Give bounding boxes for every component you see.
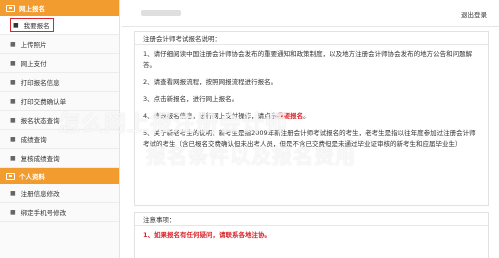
notes-panel: 注意事项： 1、如果报名有任何疑问，请联系各地注协。 [134,212,489,258]
instruction-3: 3、点击新报名，进行网上报名。 [143,95,239,103]
instruction-1: 1、请仔细阅读中国注册会计师协会发布的重要通知和政策制度，以及地方注册会计师协会… [143,50,473,69]
sidebar-item-label: 我要报名 [23,22,50,30]
register-link[interactable]: 我要报名 [277,112,303,120]
panel-title: 注意事项： [135,213,488,226]
sidebar-item-edit-registration[interactable]: ■ 注册信息修改 [0,184,119,203]
instructions-panel: 注册会计师考试报名说明： 1、请仔细阅读中国注册会计师协会发布的重要通知和政策制… [134,31,489,206]
bullet-icon: ■ [10,78,16,86]
top-bar: 退出登录 [122,0,499,27]
bullet-icon: ■ [10,97,16,105]
sidebar-item-label: 打印报名信息 [20,79,60,87]
sidebar: 网上报名 ■ 我要报名 ■ 上传照片 ■ 网上支付 ■ 打印报名信息 ■ 打印交… [0,0,120,258]
monitor-icon [6,172,15,180]
panel-title: 注册会计师考试报名说明： [135,32,488,45]
bullet-icon: ■ [10,135,16,143]
instruction-5: 5、关于新老考生的说明：新考生是指2009年新注册会计师考试报名的考生，老考生是… [143,129,476,148]
instruction-4-text: 4、修改报名信息，进行网上支付操作，请点击 [143,112,278,120]
bullet-icon: ■ [10,189,16,197]
instruction-4-suffix: 。 [303,112,310,120]
section-header-online-registration: 网上报名 [0,0,119,16]
note-1: 1、如果报名有任何疑问，请联系各地注协。 [143,231,272,239]
sidebar-item-register[interactable]: ■ 我要报名 [0,16,119,35]
sidebar-item-upload-photo[interactable]: ■ 上传照片 [0,35,119,54]
sidebar-item-status-query[interactable]: ■ 报名状态查询 [0,111,119,130]
bullet-icon: ■ [10,40,16,48]
sidebar-item-edit-phone[interactable]: ■ 绑定手机号修改 [0,203,119,222]
sidebar-item-label: 上传照片 [20,41,47,49]
sidebar-item-label: 成绩查询 [20,136,47,144]
instruction-2: 2、请查看网报流程，按照网报流程进行报名。 [143,78,278,86]
sidebar-item-label: 注册信息修改 [20,190,60,198]
sidebar-item-label: 网上支付 [20,60,47,68]
bullet-icon: ■ [10,154,16,162]
sidebar-item-print-confirmation[interactable]: ■ 打印交费确认单 [0,92,119,111]
active-highlight: ■ 我要报名 [10,18,54,32]
instruction-4: 4、修改报名信息，进行网上支付操作，请点击我要报名。 [143,111,480,122]
bullet-icon: ■ [13,21,19,29]
sidebar-item-label: 复核成绩查询 [20,155,60,163]
sidebar-item-review-query[interactable]: ■ 复核成绩查询 [0,149,119,168]
sidebar-item-label: 报名状态查询 [20,117,60,125]
bullet-icon: ■ [10,116,16,124]
section-header-personal-info: 个人资料 [0,168,119,184]
logout-link[interactable]: 退出登录 [461,9,487,19]
bullet-icon: ■ [10,59,16,67]
sidebar-item-label: 打印交费确认单 [20,98,67,106]
monitor-icon [6,4,15,12]
section-title: 网上报名 [19,5,45,13]
blurred-username [141,10,181,16]
sidebar-item-label: 绑定手机号修改 [20,209,67,217]
main-content: 退出登录 注册会计师考试报名说明： 1、请仔细阅读中国注册会计师协会发布的重要通… [122,0,499,258]
sidebar-item-score-query[interactable]: ■ 成绩查询 [0,130,119,149]
bullet-icon: ■ [10,208,16,216]
sidebar-item-online-payment[interactable]: ■ 网上支付 [0,54,119,73]
section-title: 个人资料 [19,173,45,181]
sidebar-item-print-info[interactable]: ■ 打印报名信息 [0,73,119,92]
